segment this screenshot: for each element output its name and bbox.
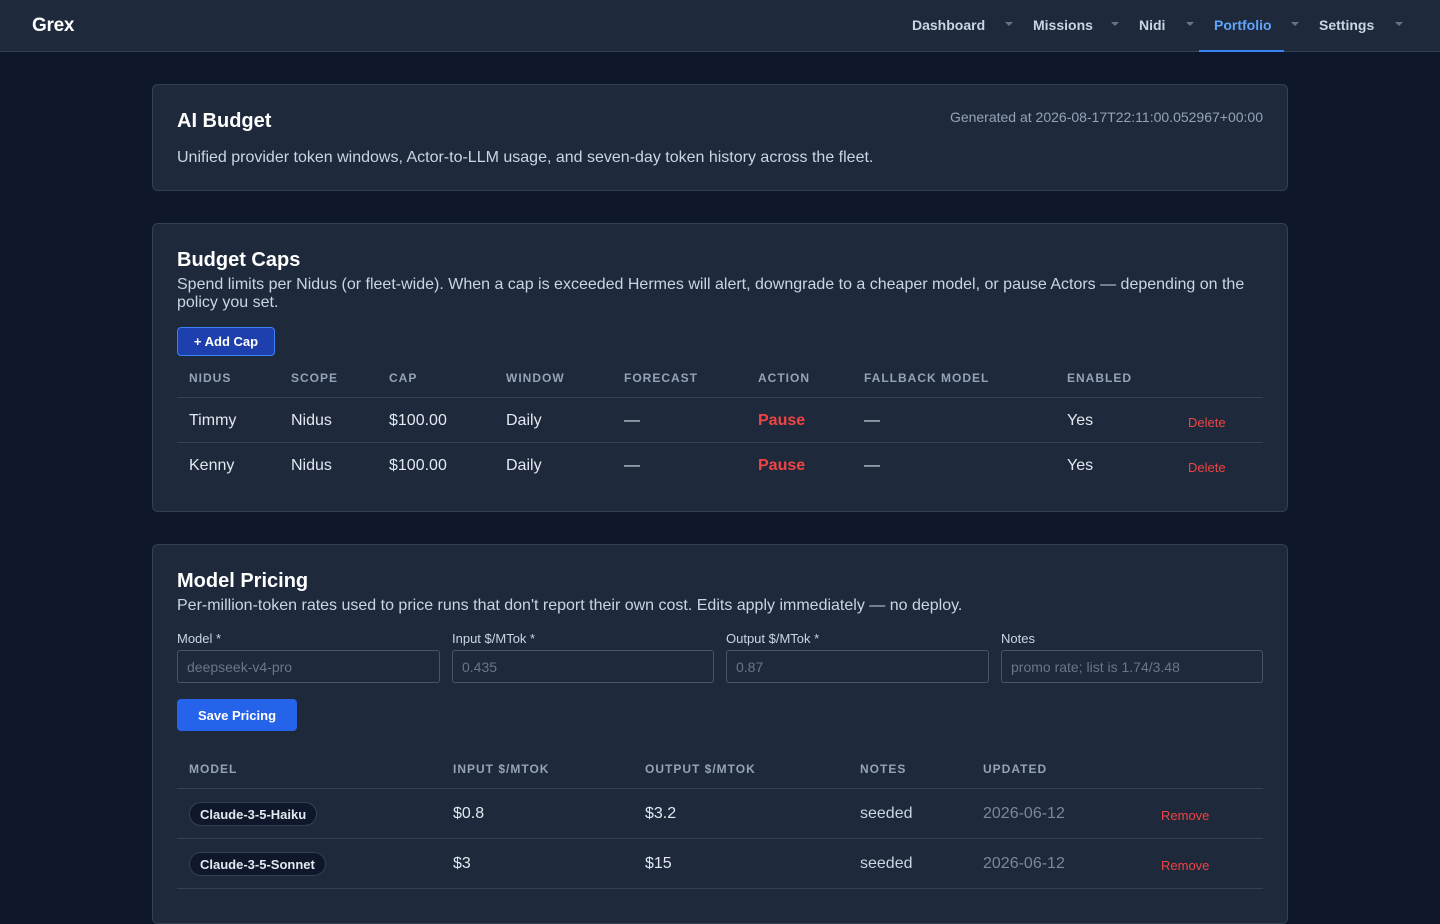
delete-cap-button[interactable]: Delete xyxy=(1188,415,1226,430)
generated-timestamp: Generated at 2026-08-17T22:11:00.052967+… xyxy=(949,109,1263,125)
divider xyxy=(177,442,1263,443)
model-field-label: Model * xyxy=(177,631,222,646)
nav-item-settings[interactable]: Settings xyxy=(1305,0,1392,51)
chevron-down-icon[interactable] xyxy=(1005,22,1013,26)
page-description: Unified provider token windows, Actor-to… xyxy=(177,149,874,166)
cell-input-price: $3 xyxy=(453,855,471,872)
divider xyxy=(177,788,1263,789)
page-title: AI Budget xyxy=(177,110,272,132)
input-price-field-label: Input $/MTok * xyxy=(452,631,536,646)
column-header[interactable]: Forecast xyxy=(624,371,698,385)
ai-budget-header-card: AI Budget Generated at 2026-08-17T22:11:… xyxy=(152,84,1288,191)
column-header[interactable]: Fallback Model xyxy=(864,371,989,385)
chevron-down-icon[interactable] xyxy=(1186,22,1194,26)
nav-item-portfolio[interactable]: Portfolio xyxy=(1199,0,1284,52)
nav-label: Missions xyxy=(1033,17,1093,33)
model-pricing-card: Model Pricing Per-million-token rates us… xyxy=(152,544,1288,924)
divider xyxy=(177,838,1263,839)
cell-output-price: $3.2 xyxy=(645,805,677,822)
chevron-down-icon[interactable] xyxy=(1395,22,1403,26)
cell-action: Pause xyxy=(758,412,806,429)
cell-input-price: $0.8 xyxy=(453,805,485,822)
cell-action: Pause xyxy=(758,457,806,474)
chevron-down-icon[interactable] xyxy=(1291,22,1299,26)
cell-fallback-model: — xyxy=(864,457,880,474)
nav-label: Portfolio xyxy=(1214,17,1272,33)
nav-label: Dashboard xyxy=(912,17,986,33)
cell-scope: Nidus xyxy=(291,412,332,429)
cell-nidus: Timmy xyxy=(189,412,237,429)
cell-nidus: Kenny xyxy=(189,457,235,474)
column-header[interactable]: Window xyxy=(506,371,565,385)
cell-notes: seeded xyxy=(860,855,913,872)
column-header[interactable]: Action xyxy=(758,371,810,385)
cell-cap: $100.00 xyxy=(389,457,447,474)
nav-item-missions[interactable]: Missions xyxy=(1019,0,1111,51)
cell-forecast: — xyxy=(624,412,640,429)
cell-window: Daily xyxy=(506,412,542,429)
cell-enabled: Yes xyxy=(1067,457,1094,474)
column-header[interactable]: Input $/MTok xyxy=(453,762,549,776)
column-header[interactable]: Output $/MTok xyxy=(645,762,756,776)
model-input[interactable] xyxy=(177,650,440,683)
section-description: Spend limits per Nidus (or fleet-wide). … xyxy=(177,276,1245,311)
section-title: Model Pricing xyxy=(177,570,309,592)
cell-notes: seeded xyxy=(860,805,913,822)
chevron-down-icon[interactable] xyxy=(1111,22,1119,26)
column-header[interactable]: Model xyxy=(189,762,237,776)
add-cap-button[interactable]: + Add Cap xyxy=(177,327,275,356)
column-header[interactable]: Cap xyxy=(389,371,417,385)
top-navbar: Grex Dashboard Missions Nidi Portfolio S… xyxy=(0,0,1440,52)
nav-item-dashboard[interactable]: Dashboard xyxy=(897,0,1001,51)
nav-label: Nidi xyxy=(1139,17,1166,33)
section-description: Per-million-token rates used to price ru… xyxy=(177,597,963,614)
save-pricing-button[interactable]: Save Pricing xyxy=(177,699,297,731)
cell-enabled: Yes xyxy=(1067,412,1094,429)
model-badge: Claude-3-5-Haiku xyxy=(189,802,318,826)
budget-caps-card: Budget Caps Spend limits per Nidus (or f… xyxy=(152,223,1288,512)
notes-field-label: Notes xyxy=(1001,631,1035,646)
nav-item-nidi[interactable]: Nidi xyxy=(1125,0,1183,51)
model-badge: Claude-3-5-Sonnet xyxy=(189,852,326,876)
notes-input[interactable] xyxy=(1001,650,1263,683)
cell-updated: 2026-06-12 xyxy=(983,855,1065,872)
column-header[interactable]: Updated xyxy=(983,762,1047,776)
input-price-input[interactable] xyxy=(452,650,714,683)
column-header[interactable]: Enabled xyxy=(1067,371,1132,385)
remove-pricing-button[interactable]: Remove xyxy=(1161,808,1209,823)
remove-pricing-button[interactable]: Remove xyxy=(1161,858,1209,873)
output-price-input[interactable] xyxy=(726,650,989,683)
column-header[interactable]: Notes xyxy=(860,762,906,776)
column-header[interactable]: Scope xyxy=(291,371,338,385)
cell-forecast: — xyxy=(624,457,640,474)
cell-updated: 2026-06-12 xyxy=(983,805,1065,822)
output-price-field-label: Output $/MTok * xyxy=(726,631,820,646)
cell-output-price: $15 xyxy=(645,855,672,872)
delete-cap-button[interactable]: Delete xyxy=(1188,460,1226,475)
brand-logo[interactable]: Grex xyxy=(32,15,74,37)
cell-window: Daily xyxy=(506,457,542,474)
cell-cap: $100.00 xyxy=(389,412,447,429)
column-header[interactable]: Nidus xyxy=(189,371,231,385)
cell-fallback-model: — xyxy=(864,412,880,429)
cell-scope: Nidus xyxy=(291,457,332,474)
divider xyxy=(177,397,1263,398)
divider xyxy=(177,888,1263,889)
nav-label: Settings xyxy=(1319,17,1375,33)
section-title: Budget Caps xyxy=(177,249,301,271)
